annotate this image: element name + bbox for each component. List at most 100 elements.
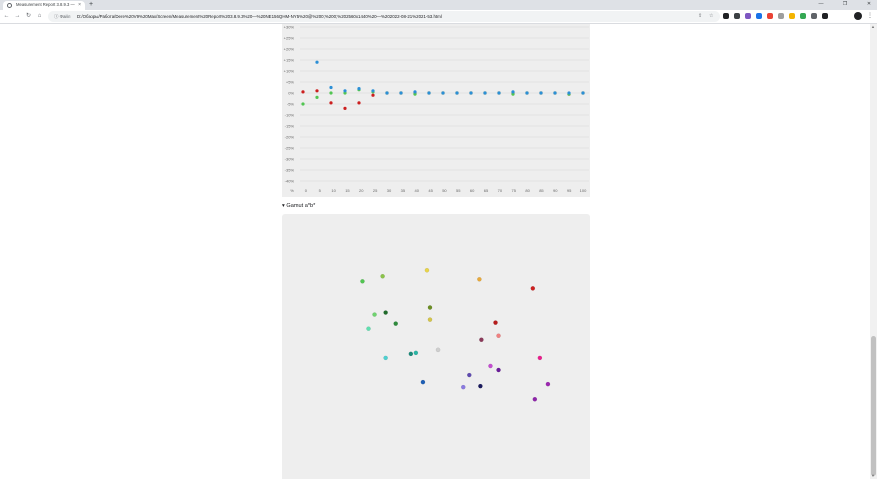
gamut-point — [408, 351, 414, 357]
gamut-chart — [360, 267, 551, 402]
close-window-button[interactable]: ✕ — [861, 0, 877, 9]
extension-icon[interactable] — [723, 13, 729, 19]
y-tick-label: -25% — [285, 146, 295, 151]
x-tick-label: 30 — [387, 188, 392, 193]
x-tick-label: 70 — [498, 188, 503, 193]
minimize-button[interactable]: — — [813, 0, 829, 9]
y-tick-label: +10% — [284, 69, 295, 74]
data-point — [469, 91, 473, 95]
gamut-point — [383, 355, 388, 361]
y-tick-label: -40% — [285, 179, 295, 184]
data-point — [315, 95, 319, 99]
gamut-point — [435, 347, 441, 353]
x-tick-label: 50 — [442, 188, 447, 193]
data-point — [343, 106, 347, 110]
tab-measurement-report[interactable]: Measurement Report 3.8.9.3 — % × — [3, 1, 85, 10]
data-point — [441, 91, 445, 95]
bookmark-star-icon[interactable]: ☆ — [709, 12, 713, 21]
share-icon[interactable]: ⇪ — [698, 12, 702, 21]
data-point — [301, 102, 305, 106]
gamut-point — [545, 381, 551, 387]
y-tick-label: +30% — [284, 25, 295, 30]
gamut-point — [496, 367, 501, 373]
data-point — [483, 91, 487, 95]
gamut-point — [427, 317, 433, 322]
maximize-button[interactable]: ❐ — [837, 0, 853, 9]
x-tick-label: 25 — [373, 188, 378, 193]
y-tick-label: -5% — [287, 102, 295, 107]
address-bar[interactable]: ⓘ Файл D:/Обзоры/Работа/Dere%20V9%20Max/… — [48, 11, 720, 22]
extension-icon[interactable] — [756, 13, 762, 19]
reload-icon[interactable]: ↻ — [24, 12, 33, 21]
gamut-point — [380, 273, 385, 279]
gamut-point — [530, 286, 536, 291]
y-tick-label: -20% — [285, 135, 295, 140]
x-tick-label: 65 — [484, 188, 489, 193]
gamut-point — [467, 372, 472, 378]
x-tick-label: 90 — [553, 188, 558, 193]
data-point — [567, 91, 571, 95]
extension-icon[interactable] — [811, 13, 817, 19]
x-tick-label: 55 — [456, 188, 461, 193]
gamut-point — [532, 396, 538, 402]
browser-menu-icon[interactable]: ⋮ — [867, 11, 873, 21]
gamut-point — [537, 355, 543, 361]
back-icon[interactable]: ← — [2, 12, 11, 21]
data-point — [371, 93, 375, 97]
extension-icon[interactable] — [822, 13, 828, 19]
data-point — [581, 91, 585, 95]
gamut-point — [393, 321, 399, 326]
forward-icon[interactable]: → — [13, 12, 22, 21]
data-point — [497, 91, 501, 95]
x-tick-label: 75 — [511, 188, 516, 193]
extension-icon[interactable] — [800, 13, 806, 19]
gamut-section-toggle[interactable]: ▾ Gamut a*b* — [282, 203, 315, 210]
data-point — [455, 91, 459, 95]
gamut-chart-panel — [282, 214, 590, 479]
gamut-point — [488, 363, 493, 369]
x-tick-label: 45 — [428, 188, 433, 193]
data-point — [301, 90, 305, 94]
x-tick-label: 40 — [414, 188, 419, 193]
y-tick-label: -15% — [285, 124, 295, 129]
data-point — [385, 91, 389, 95]
y-tick-label: +20% — [284, 47, 295, 52]
y-tick-label: -35% — [285, 168, 295, 173]
gamut-point — [360, 279, 365, 284]
gamut-point — [496, 333, 501, 339]
extension-icon[interactable] — [778, 13, 784, 19]
data-point — [427, 91, 431, 95]
x-tick-label: 85 — [539, 188, 544, 193]
extension-icon[interactable] — [734, 13, 740, 19]
profile-avatar[interactable] — [854, 12, 862, 20]
x-tick-label: 10 — [331, 188, 336, 193]
y-tick-label: -30% — [285, 157, 295, 162]
globe-icon — [7, 3, 12, 8]
tab-close-icon[interactable]: × — [78, 2, 81, 8]
gamut-point — [424, 267, 430, 273]
page-scrollbar[interactable]: ▲ ▼ — [870, 24, 877, 479]
data-point — [539, 91, 543, 95]
data-point — [399, 91, 403, 95]
x-tick-label: 15 — [345, 188, 350, 193]
gamut-point — [460, 384, 466, 390]
scrollbar-thumb[interactable] — [871, 336, 876, 476]
extension-icon[interactable] — [789, 13, 795, 19]
home-icon[interactable]: ⌂ — [35, 12, 44, 21]
x-tick-label: 20 — [359, 188, 364, 193]
data-point — [343, 89, 347, 93]
extension-icon[interactable] — [745, 13, 751, 19]
x-tick-label: 5 — [319, 188, 322, 193]
y-tick-label: +5% — [286, 80, 295, 85]
x-tick-label: 35 — [401, 188, 406, 193]
scroll-up-arrow-icon[interactable]: ▲ — [871, 25, 875, 29]
data-point — [329, 101, 333, 105]
url-text[interactable]: D:/Обзоры/Работа/Dere%20V9%20Max/Screen/… — [77, 12, 442, 21]
site-info-chip[interactable]: ⓘ Файл — [54, 12, 70, 21]
x-tick-label: 0 — [305, 188, 308, 193]
y-tick-label: -10% — [285, 113, 295, 118]
gamut-point — [493, 320, 498, 325]
extension-icon[interactable] — [767, 13, 773, 19]
scroll-down-arrow-icon[interactable]: ▼ — [871, 474, 875, 478]
new-tab-button[interactable]: + — [89, 1, 93, 8]
